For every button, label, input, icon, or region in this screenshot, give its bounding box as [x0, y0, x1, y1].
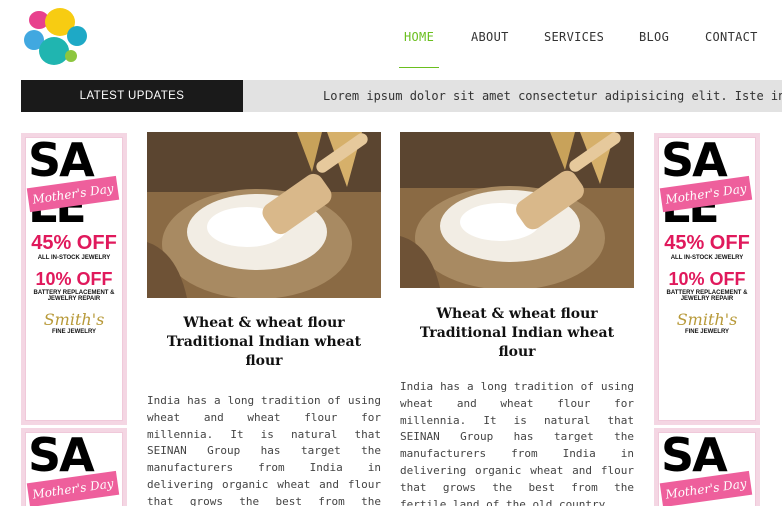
ad-brand: Smith's: [676, 310, 738, 329]
nav-home[interactable]: HOME: [404, 30, 434, 44]
article-title[interactable]: Wheat & wheat flour Traditional Indian w…: [147, 314, 381, 371]
ad-sale-line1: SA: [28, 432, 95, 482]
ad-offer1: 45% OFF: [31, 232, 117, 254]
ad-offer1-sub: ALL IN-STOCK JEWELRY: [670, 255, 744, 261]
ad-content: SA Mother's Day: [658, 432, 756, 506]
article-title[interactable]: Wheat & wheat flour Traditional Indian w…: [400, 305, 634, 362]
article-card: Wheat & wheat flour Traditional Indian w…: [147, 132, 381, 506]
ad-brand: Smith's: [43, 310, 105, 329]
ad-sale-line1: SA: [28, 137, 95, 187]
article-body: India has a long tradition of using whea…: [147, 394, 381, 506]
nav-services[interactable]: SERVICES: [544, 30, 604, 44]
ad-sale-line1: SA: [661, 432, 728, 482]
nav-blog[interactable]: BLOG: [639, 30, 669, 44]
ad-offer2-sub: BATTERY REPLACEMENT & JEWELRY REPAIR: [33, 290, 115, 302]
ad-sale-line1: SA: [661, 137, 728, 187]
ad-offer2-sub: BATTERY REPLACEMENT & JEWELRY REPAIR: [666, 290, 748, 302]
left-ad[interactable]: SA Mother's Day LE 45% OFF ALL IN-STOCK …: [21, 133, 127, 425]
nav-contact[interactable]: CONTACT: [705, 30, 758, 44]
nav-about[interactable]: ABOUT: [471, 30, 509, 44]
ad-content: SA Mother's Day LE 45% OFF ALL IN-STOCK …: [25, 137, 123, 421]
ticker-label: LATEST UPDATES: [21, 80, 243, 112]
ticker-text[interactable]: Lorem ipsum dolor sit amet consectetur a…: [323, 89, 782, 103]
right-ad-2[interactable]: SA Mother's Day: [654, 428, 760, 506]
main-nav: HOME ABOUT SERVICES BLOG CONTACT: [0, 30, 782, 50]
ad-content: SA Mother's Day LE 45% OFF ALL IN-STOCK …: [658, 137, 756, 421]
wheat-flour-image[interactable]: [147, 132, 381, 299]
news-ticker: LATEST UPDATES Lorem ipsum dolor sit ame…: [21, 80, 782, 112]
ad-brand-sub: FINE JEWELRY: [51, 329, 97, 335]
ad-content: SA Mother's Day: [25, 432, 123, 506]
article-body: India has a long tradition of using whea…: [400, 380, 634, 506]
ad-offer2: 10% OFF: [35, 269, 113, 289]
ad-offer1: 45% OFF: [664, 232, 750, 254]
right-ad[interactable]: SA Mother's Day LE 45% OFF ALL IN-STOCK …: [654, 133, 760, 425]
ad-offer1-sub: ALL IN-STOCK JEWELRY: [37, 255, 111, 261]
ad-brand-sub: FINE JEWELRY: [684, 329, 730, 335]
nav-active-underline: [399, 67, 439, 68]
wheat-flour-image[interactable]: [400, 132, 634, 290]
ad-offer2: 10% OFF: [668, 269, 746, 289]
article-card: Wheat & wheat flour Traditional Indian w…: [400, 132, 634, 506]
left-ad-2[interactable]: SA Mother's Day: [21, 428, 127, 506]
